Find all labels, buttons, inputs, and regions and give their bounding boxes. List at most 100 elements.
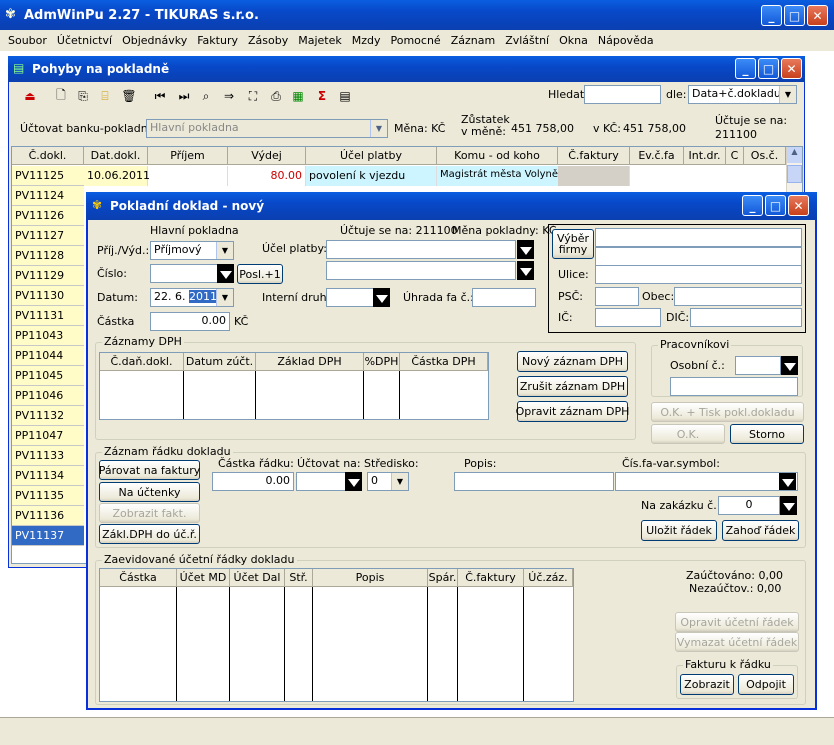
dialog-close-button[interactable]: ✕ (788, 195, 809, 216)
chevron-down-icon[interactable]: ▼ (216, 289, 233, 306)
ucel-input-2[interactable] (326, 261, 516, 280)
zobrazit-fakt-button[interactable]: Zobrazit fakt. (99, 503, 200, 523)
pohyby-minimize-button[interactable]: _ (735, 58, 756, 79)
odpojit-button[interactable]: Odpojit (738, 674, 794, 695)
goto-icon[interactable]: ⇒ (220, 88, 238, 104)
ucel2-dropdown-icon[interactable] (517, 261, 534, 280)
ucel-input-1[interactable] (326, 240, 516, 259)
col-header[interactable]: Os.č. (744, 147, 786, 165)
new-document-icon[interactable]: 🗋 (52, 88, 70, 104)
hledat-input[interactable] (584, 85, 661, 104)
osobni-dropdown-icon[interactable] (781, 356, 798, 375)
table-icon[interactable]: ▤ (336, 88, 354, 104)
menu-zaznam[interactable]: Záznam (451, 34, 495, 47)
dialog-maximize-button[interactable]: □ (765, 195, 786, 216)
zaev-col-header[interactable]: Účet MD (177, 569, 230, 587)
cislo-dropdown-icon[interactable] (217, 264, 234, 283)
col-header[interactable]: Účel platby (306, 147, 437, 165)
menu-pomocne[interactable]: Pomocné (391, 34, 441, 47)
dph-col-header[interactable]: %DPH (364, 353, 400, 371)
zahod-radek-button[interactable]: Zahoď řádek (722, 520, 799, 541)
ulice-input[interactable] (595, 265, 802, 284)
interni-input[interactable] (326, 288, 374, 307)
table-row[interactable]: PV11131 (12, 306, 84, 326)
firma-name-2[interactable] (595, 247, 802, 266)
dph-col-header[interactable]: Částka DPH (400, 353, 488, 371)
open-folder-icon[interactable]: ⌸ (96, 88, 114, 104)
table-row[interactable]: PV11134 (12, 466, 84, 486)
cis-fa-input[interactable] (615, 472, 798, 491)
dle-select[interactable]: Data+č.dokladu ▼ (688, 85, 797, 104)
table-row[interactable]: PP11043 (12, 326, 84, 346)
stredisko-select[interactable]: 0 ▼ (367, 472, 409, 491)
cislo-input[interactable] (150, 264, 218, 283)
ok-tisk-button[interactable]: O.K. + Tisk pokl.dokladu (651, 402, 804, 422)
menu-napoveda[interactable]: Nápověda (598, 34, 654, 47)
menu-okna[interactable]: Okna (559, 34, 588, 47)
osobni-input[interactable] (735, 356, 781, 375)
menu-faktury[interactable]: Faktury (197, 34, 238, 47)
app-close-button[interactable]: ✕ (807, 5, 828, 26)
zakl-dph-button[interactable]: Zákl.DPH do úč.ř. (99, 524, 200, 544)
zaev-col-header[interactable]: Úč.záz. (524, 569, 573, 587)
castka-radku-input[interactable]: 0.00 (212, 472, 294, 491)
dialog-minimize-button[interactable]: _ (742, 195, 763, 216)
zaev-col-header[interactable]: Částka (100, 569, 177, 587)
opravit-uct-button[interactable]: Opravit účetní řádek (675, 612, 799, 632)
col-header[interactable]: Komu - od koho (437, 147, 558, 165)
ulozit-radek-button[interactable]: Uložit řádek (641, 520, 717, 541)
firma-name-1[interactable] (595, 228, 802, 247)
posl-button[interactable]: Posl.+1 (237, 264, 283, 284)
dph-col-header[interactable]: Základ DPH (256, 353, 364, 371)
search-icon[interactable]: ⌕ (197, 88, 215, 104)
exit-icon[interactable]: ⏏ (21, 88, 39, 104)
col-header[interactable]: Výdej (228, 147, 306, 165)
ucel-dropdown-icon[interactable] (517, 240, 534, 259)
table-row[interactable]: PV11130 (12, 286, 84, 306)
vymazat-uct-button[interactable]: Vymazat účetní řádek (675, 632, 799, 652)
table-row[interactable]: PV11132 (12, 406, 84, 426)
popis-input[interactable] (454, 472, 614, 491)
table-row[interactable]: PV11136 (12, 506, 84, 526)
zaev-col-header[interactable]: Účet Dal (230, 569, 285, 587)
zobrazit-button[interactable]: Zobrazit (680, 674, 734, 695)
table-row[interactable]: PV11125 (12, 166, 84, 186)
dph-col-header[interactable]: Č.daň.dokl. (100, 353, 184, 371)
pohyby-maximize-button[interactable]: □ (758, 58, 779, 79)
cis-fa-dropdown-icon[interactable] (779, 473, 796, 490)
castka-input[interactable]: 0.00 (150, 312, 230, 331)
chevron-down-icon[interactable]: ▼ (779, 86, 796, 103)
uhrada-input[interactable] (472, 288, 536, 307)
col-header[interactable]: Č.faktury (558, 147, 630, 165)
osobni-name[interactable] (670, 377, 798, 396)
menu-soubor[interactable]: Soubor (8, 34, 47, 47)
table-row[interactable]: PV11128 (12, 246, 84, 266)
zrusit-dph-button[interactable]: Zrušit záznam DPH (517, 376, 628, 397)
chevron-down-icon[interactable]: ▼ (216, 242, 233, 259)
table-row[interactable]: PV11129 (12, 266, 84, 286)
export-excel-icon[interactable]: ▦ (289, 88, 307, 104)
table-row[interactable]: PV11124 (12, 186, 84, 206)
menu-objednavky[interactable]: Objednávky (122, 34, 187, 47)
select-icon[interactable]: ⛶ (244, 88, 262, 104)
zakazka-dropdown-icon[interactable] (780, 496, 797, 515)
menu-mzdy[interactable]: Mzdy (352, 34, 381, 47)
vyber-firmy-button[interactable]: Výběr firmy (552, 229, 594, 259)
opravit-dph-button[interactable]: Opravit záznam DPH (516, 401, 629, 422)
dph-col-header[interactable]: Datum zúčt. (184, 353, 256, 371)
uctovat-dropdown-icon[interactable] (345, 472, 362, 491)
prij-vyd-select[interactable]: Příjmový ▼ (150, 241, 234, 260)
psc-input[interactable] (595, 287, 639, 306)
table-row[interactable]: PV11135 (12, 486, 84, 506)
table-row-selected[interactable]: PV11137 (12, 526, 84, 546)
na-uctenky-button[interactable]: Na účtenky (99, 482, 200, 502)
interni-dropdown-icon[interactable] (373, 288, 390, 307)
novy-dph-button[interactable]: Nový záznam DPH (517, 351, 628, 372)
uctovat-na-input[interactable] (296, 472, 346, 491)
table-row[interactable]: PP11046 (12, 386, 84, 406)
zaev-col-header[interactable]: Spár. (428, 569, 458, 587)
col-header[interactable]: Příjem (148, 147, 228, 165)
app-minimize-button[interactable]: _ (761, 5, 782, 26)
last-record-icon[interactable]: ⏭ (175, 88, 193, 104)
col-header[interactable]: Int.dr. (684, 147, 726, 165)
